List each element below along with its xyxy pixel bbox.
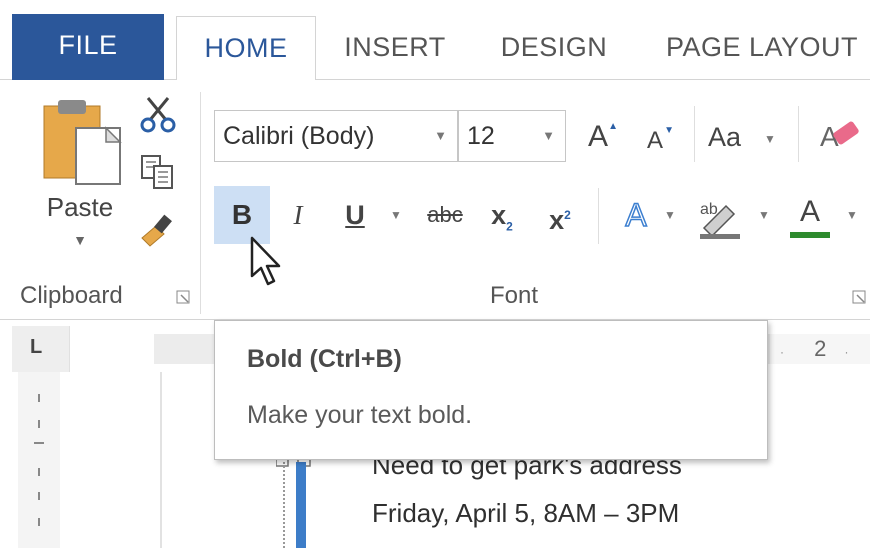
mouse-pointer-icon: [250, 236, 281, 286]
superscript-sup: 2: [564, 208, 571, 222]
highlight-dropdown-icon[interactable]: ▼: [758, 208, 770, 222]
font-dialog-launcher-icon[interactable]: [852, 290, 866, 304]
change-case-dropdown-icon: ▼: [764, 132, 776, 146]
tab-design[interactable]: DESIGN: [488, 16, 620, 80]
ruler-mark: ·: [844, 345, 849, 359]
ruler-tab-selector[interactable]: L: [12, 326, 70, 372]
clipboard-group-label: Clipboard: [20, 282, 123, 309]
font-group-label: Font: [490, 282, 539, 309]
horizontal-ruler-marks: · 2 ·: [770, 334, 870, 364]
superscript-button[interactable]: x2: [540, 186, 580, 244]
font-color-dropdown-icon[interactable]: ▼: [846, 208, 858, 222]
tab-page-layout[interactable]: PAGE LAYOUT: [650, 16, 870, 80]
font-inner-separator: [598, 188, 599, 244]
subscript-label: x: [491, 200, 507, 230]
clear-formatting-icon[interactable]: A: [820, 114, 864, 158]
group-separator: [200, 92, 201, 314]
cut-icon[interactable]: [138, 94, 178, 134]
clipboard-dialog-launcher-icon[interactable]: [176, 290, 190, 304]
font-name-value: Calibri (Body): [223, 122, 375, 150]
font-inner-separator: [798, 106, 799, 162]
ruler-tick: [38, 394, 40, 402]
superscript-label: x: [549, 205, 565, 235]
font-color-label: A: [799, 195, 820, 228]
ruler-tick: [38, 420, 40, 428]
indent-guide: [283, 462, 285, 548]
grow-font-button[interactable]: A ▲: [580, 114, 618, 160]
text-highlight-icon[interactable]: ab: [696, 194, 746, 240]
font-name-combobox[interactable]: Calibri (Body) ▼: [214, 110, 458, 162]
tooltip-title: Bold (Ctrl+B): [247, 345, 402, 373]
text-effects-button[interactable]: A: [616, 186, 656, 244]
paste-icon[interactable]: [40, 98, 126, 188]
font-color-bar: [790, 232, 830, 238]
font-size-value: 12: [467, 122, 495, 150]
underline-button[interactable]: U: [338, 186, 372, 244]
page-margin-line: [160, 372, 162, 548]
font-name-dropdown-icon[interactable]: ▼: [434, 111, 447, 161]
ruler-mark: ·: [780, 345, 784, 359]
strikethrough-button[interactable]: abc: [420, 186, 470, 244]
font-inner-separator: [694, 106, 695, 162]
tab-file[interactable]: FILE: [12, 14, 164, 80]
paste-dropdown-arrow[interactable]: ▼: [62, 232, 98, 248]
format-painter-icon[interactable]: [138, 210, 178, 250]
italic-button[interactable]: I: [284, 186, 312, 244]
grow-font-label: A: [587, 120, 608, 153]
copy-icon[interactable]: [138, 152, 178, 192]
shrink-font-label: A: [646, 127, 663, 154]
ruler-tick: [38, 468, 40, 476]
highlight-label: ab: [700, 201, 718, 218]
document-line[interactable]: Friday, April 5, 8AM – 3PM: [372, 498, 679, 529]
text-effects-dropdown-icon[interactable]: ▼: [664, 208, 676, 222]
font-size-dropdown-icon[interactable]: ▼: [542, 111, 555, 161]
shrink-font-button[interactable]: A ▼: [640, 118, 674, 160]
bold-tooltip: Bold (Ctrl+B) Make your text bold.: [214, 320, 768, 460]
revision-bar: [296, 462, 306, 548]
tooltip-description: Make your text bold.: [247, 401, 473, 429]
paste-button-label[interactable]: Paste: [30, 192, 130, 223]
change-case-label: Aa: [708, 122, 742, 152]
grow-arrow-icon: ▲: [608, 121, 618, 132]
ruler-tick: [34, 442, 44, 444]
underline-dropdown-icon[interactable]: ▼: [390, 208, 402, 222]
font-size-combobox[interactable]: 12 ▼: [458, 110, 566, 162]
ruler-tick: [38, 492, 40, 500]
change-case-button[interactable]: Aa ▼: [708, 114, 788, 160]
font-color-button[interactable]: A: [790, 186, 830, 244]
subscript-button[interactable]: x2: [482, 186, 522, 244]
vertical-ruler[interactable]: [18, 372, 60, 548]
ruler-tick: [38, 518, 40, 526]
tab-home[interactable]: HOME: [176, 16, 316, 81]
tab-insert[interactable]: INSERT: [330, 16, 460, 80]
subscript-sub: 2: [506, 219, 513, 234]
ribbon-tab-bar: FILE HOME INSERT DESIGN PAGE LAYOUT: [0, 0, 870, 81]
ruler-mark-2: 2: [814, 336, 827, 361]
shrink-arrow-icon: ▼: [664, 125, 674, 136]
tab-stop-marker-icon: L: [30, 336, 43, 358]
